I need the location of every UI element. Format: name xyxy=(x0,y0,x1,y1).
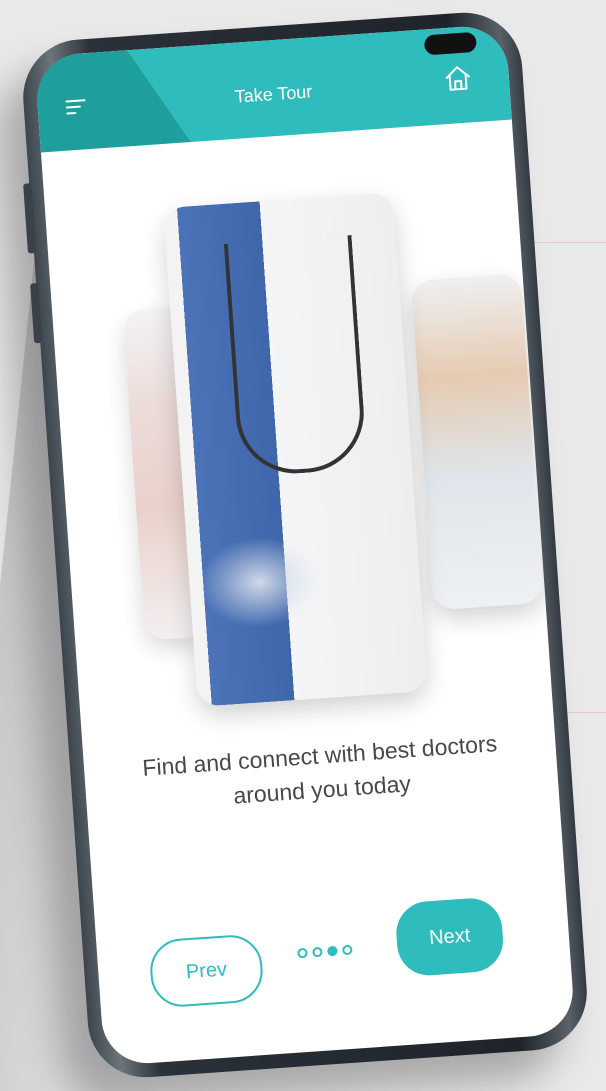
phone-mockup: Take Tour Find and connect with best doc… xyxy=(19,8,591,1082)
carousel-image-current xyxy=(163,192,428,707)
pagination-dot[interactable] xyxy=(342,944,353,956)
onboarding-caption: Find and connect with best doctors aroun… xyxy=(141,730,498,809)
phone-body: Take Tour Find and connect with best doc… xyxy=(19,8,591,1082)
next-button[interactable]: Next xyxy=(394,896,506,978)
app-screen: Take Tour Find and connect with best doc… xyxy=(34,23,576,1067)
prev-button[interactable]: Prev xyxy=(148,933,265,1009)
home-icon[interactable] xyxy=(442,62,474,94)
pagination-dot[interactable] xyxy=(327,945,338,957)
doctor-illustration xyxy=(223,235,368,478)
carousel-image-next[interactable] xyxy=(410,273,544,611)
pagination-dot[interactable] xyxy=(312,946,323,958)
pagination-dots xyxy=(297,944,353,959)
pagination-dot[interactable] xyxy=(297,947,308,959)
front-camera xyxy=(423,31,478,56)
volume-button xyxy=(23,183,36,254)
